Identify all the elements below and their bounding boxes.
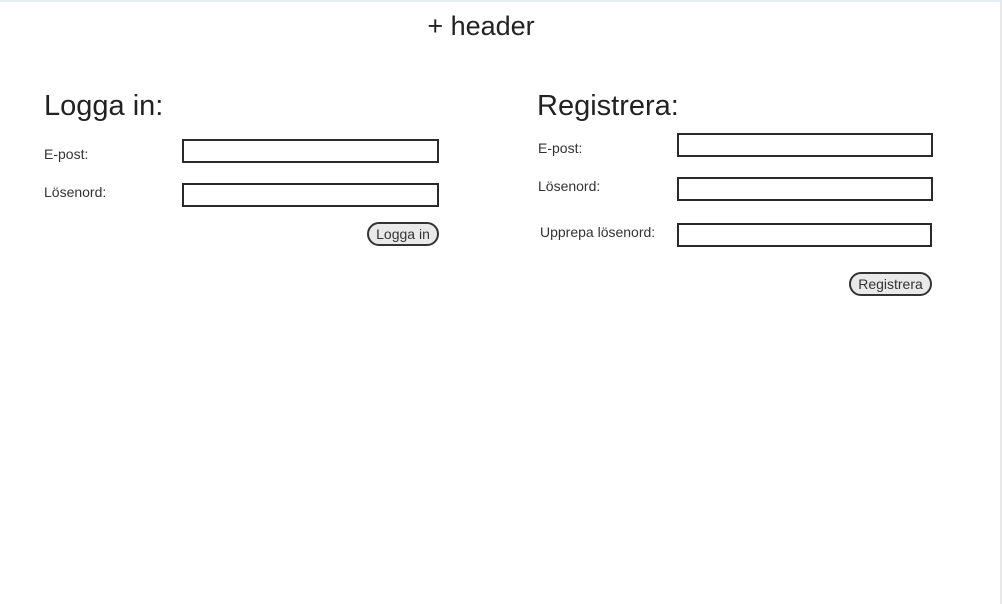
register-repeat-password-label: Upprepa lösenord: [540,224,656,240]
top-border [0,0,1002,2]
register-email-label: E-post: [538,140,583,156]
login-password-input[interactable] [182,183,439,207]
register-repeat-password-input[interactable] [677,223,932,247]
register-password-input[interactable] [677,177,933,201]
login-title: Logga in: [44,90,164,122]
login-email-input[interactable] [182,139,439,163]
login-button[interactable]: Logga in [367,222,439,246]
login-email-label: E-post: [44,146,89,162]
register-password-label: Lösenord: [538,178,601,194]
register-title: Registrera: [537,90,679,122]
page-header: + header [427,11,535,41]
register-email-input[interactable] [677,133,933,157]
login-password-label: Lösenord: [44,184,107,200]
register-button[interactable]: Registrera [849,272,932,296]
